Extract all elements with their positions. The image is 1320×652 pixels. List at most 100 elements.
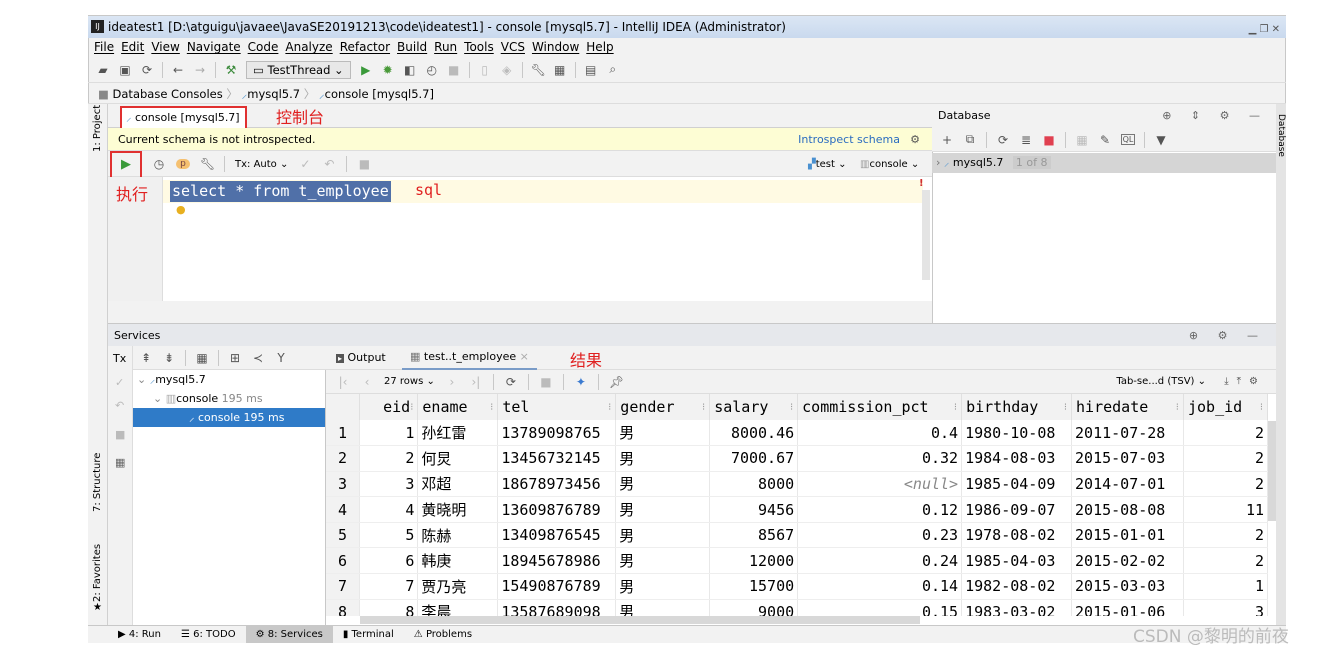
cell-hiredate[interactable]: 2015-01-06 bbox=[1071, 599, 1184, 616]
introspect-schema-link[interactable]: Introspect schema bbox=[798, 128, 900, 151]
execute-button[interactable]: ▶ bbox=[110, 151, 142, 179]
menu-refactor[interactable]: Refactor bbox=[340, 38, 390, 57]
stop-icon[interactable]: ■ bbox=[447, 63, 461, 77]
menu-vcs[interactable]: VCS bbox=[501, 38, 525, 57]
database-header-actions[interactable]: ⊕ ⇕ ⚙ — bbox=[1162, 104, 1268, 128]
cell-tel[interactable]: 13409876545 bbox=[497, 522, 617, 549]
run-config-select[interactable]: ▭ TestThread ⌄ bbox=[246, 60, 351, 79]
cell-ename[interactable]: 李晨 bbox=[417, 599, 499, 616]
tree-item-console-session[interactable]: ⸝ console 195 ms bbox=[133, 408, 325, 427]
menu-code[interactable]: Code bbox=[248, 38, 279, 57]
cell-job_id[interactable]: 11 bbox=[1183, 496, 1268, 523]
cell-gender[interactable]: 男 bbox=[615, 496, 711, 523]
build-icon[interactable]: ⚒ bbox=[224, 63, 238, 77]
cell-eid[interactable]: 2 bbox=[359, 445, 419, 472]
sort-icon[interactable]: ⁝ bbox=[490, 402, 493, 413]
sync-icon[interactable]: ⟳ bbox=[140, 63, 154, 77]
menu-help[interactable]: Help bbox=[586, 38, 613, 57]
structure-tool-button[interactable]: 7: Structure bbox=[92, 453, 103, 512]
cell-gender[interactable]: 男 bbox=[615, 599, 711, 616]
column-header-salary[interactable]: salary ⁝ bbox=[709, 394, 799, 420]
cell-job_id[interactable]: 3 bbox=[1183, 599, 1268, 616]
cell-gender[interactable]: 男 bbox=[615, 522, 711, 549]
filter-icon[interactable]: ▼ bbox=[1154, 133, 1168, 147]
reload-icon[interactable]: ⟳ bbox=[504, 375, 518, 389]
copy-icon[interactable]: ⧉ bbox=[963, 132, 977, 147]
cell-job_id[interactable]: 2 bbox=[1183, 445, 1268, 472]
sort-icon[interactable]: ⁝ bbox=[790, 402, 793, 413]
export-icons[interactable]: ⤓⤒⚙ bbox=[1224, 376, 1266, 387]
export-format-select[interactable]: Tab-se...d (TSV) ⌄ bbox=[1116, 376, 1206, 387]
cell-job_id[interactable]: 1 bbox=[1183, 573, 1268, 600]
cell-ename[interactable]: 邓超 bbox=[417, 471, 499, 498]
table-row[interactable]: 5 5 陈赫 13409876545 男 8567 0.23 1978-08-02 2015-0… bbox=[326, 522, 1268, 549]
menu-tools[interactable]: Tools bbox=[464, 38, 494, 57]
column-header-commission_pct[interactable]: commission_pct ⁝ bbox=[797, 394, 963, 420]
cell-birthday[interactable]: 1978-08-02 bbox=[961, 522, 1073, 549]
breadcrumb-item[interactable]: mysql5.7 bbox=[247, 87, 300, 101]
cell-eid[interactable]: 5 bbox=[359, 522, 419, 549]
cell-ename[interactable]: 韩庚 bbox=[417, 547, 499, 575]
cell-birthday[interactable]: 1983-03-02 bbox=[961, 599, 1073, 616]
cell-job_id[interactable]: 2 bbox=[1183, 522, 1268, 549]
row-number[interactable]: 2 bbox=[326, 445, 361, 472]
cell-tel[interactable]: 13587689098 bbox=[497, 599, 617, 616]
device-icon[interactable]: ▯ bbox=[478, 63, 492, 77]
table-row[interactable]: 6 6 韩庚 18945678986 男 12000 0.24 1985-04-03 2015-… bbox=[326, 547, 1268, 575]
cell-eid[interactable]: 6 bbox=[359, 547, 419, 575]
cell-tel[interactable]: 15490876789 bbox=[497, 573, 617, 600]
cell-eid[interactable]: 3 bbox=[359, 471, 419, 498]
cell-commission_pct[interactable]: 0.4 bbox=[797, 420, 963, 447]
cell-salary[interactable]: 15700 bbox=[709, 573, 799, 600]
horizontal-scrollbar[interactable] bbox=[360, 616, 920, 624]
menu-analyze[interactable]: Analyze bbox=[285, 38, 332, 57]
cell-eid[interactable]: 8 bbox=[359, 599, 419, 616]
cell-commission_pct[interactable]: 0.14 bbox=[797, 573, 963, 600]
table-row[interactable]: 2 2 何炅 13456732145 男 7000.67 0.32 1984-08-03 201… bbox=[326, 445, 1268, 472]
cell-salary[interactable]: 9000 bbox=[709, 599, 799, 616]
table-icon[interactable]: ▦ bbox=[1075, 133, 1089, 147]
tool-window-terminal[interactable]: ▮ Terminal bbox=[333, 626, 404, 643]
cell-salary[interactable]: 9456 bbox=[709, 496, 799, 523]
cell-job_id[interactable]: 2 bbox=[1183, 420, 1268, 447]
cell-gender[interactable]: 男 bbox=[615, 420, 711, 447]
favorites-tool-button[interactable]: 2: Favorites bbox=[92, 544, 103, 602]
cancel-icon[interactable]: ■ bbox=[357, 157, 371, 171]
cell-commission_pct[interactable]: 0.15 bbox=[797, 599, 963, 616]
refresh-icon[interactable]: ⟳ bbox=[996, 133, 1010, 147]
menu-view[interactable]: View bbox=[151, 38, 179, 57]
cell-hiredate[interactable]: 2015-03-03 bbox=[1071, 573, 1184, 600]
column-header-job_id[interactable]: job_id ⁝ bbox=[1183, 394, 1268, 420]
session-select[interactable]: ▥console ⌄ bbox=[860, 159, 919, 170]
sort-icon[interactable]: ⁝ bbox=[954, 402, 957, 413]
menu-edit[interactable]: Edit bbox=[121, 38, 144, 57]
run-icon[interactable]: ▶ bbox=[359, 63, 373, 77]
cell-salary[interactable]: 7000.67 bbox=[709, 445, 799, 472]
database-tree-item[interactable]: › ⸝ mysql5.7 1 of 8 bbox=[932, 153, 1276, 173]
cell-birthday[interactable]: 1986-09-07 bbox=[961, 496, 1073, 523]
first-page-icon[interactable]: |‹ bbox=[336, 375, 350, 389]
pin-icon[interactable]: 📌︎ bbox=[609, 375, 624, 389]
cell-hiredate[interactable]: 2014-07-01 bbox=[1071, 471, 1184, 498]
cell-gender[interactable]: 男 bbox=[615, 471, 711, 498]
breadcrumb-item[interactable]: Database Consoles bbox=[113, 87, 223, 101]
cell-birthday[interactable]: 1985-04-09 bbox=[961, 471, 1073, 498]
project-tool-button[interactable]: 1: Project bbox=[92, 105, 103, 152]
services-header-actions[interactable]: ⊕ ⚙ — bbox=[1189, 324, 1266, 347]
collapse-all-icon[interactable]: ⇟ bbox=[162, 351, 176, 365]
parameters-icon[interactable]: p bbox=[176, 159, 190, 169]
project-structure-icon[interactable]: ▦ bbox=[553, 63, 567, 77]
cell-birthday[interactable]: 1980-10-08 bbox=[961, 420, 1073, 447]
vertical-scrollbar[interactable] bbox=[1268, 421, 1276, 521]
cell-job_id[interactable]: 2 bbox=[1183, 471, 1268, 498]
last-page-icon[interactable]: ›| bbox=[469, 375, 483, 389]
cell-commission_pct[interactable]: 0.24 bbox=[797, 547, 963, 575]
coverage-icon[interactable]: ◧ bbox=[403, 63, 417, 77]
cell-eid[interactable]: 4 bbox=[359, 496, 419, 523]
menu-file[interactable]: File bbox=[94, 38, 114, 57]
tree-item-console[interactable]: ⌄ ▥console 195 ms bbox=[133, 389, 325, 408]
table-row[interactable]: 3 3 邓超 18678973456 男 8000 <null> 1985-04-09 2014… bbox=[326, 471, 1268, 498]
cell-tel[interactable]: 18945678986 bbox=[497, 547, 617, 575]
console-icon[interactable]: QL bbox=[1121, 134, 1135, 145]
tab-result-table[interactable]: ▦ test..t_employee × bbox=[402, 346, 537, 370]
